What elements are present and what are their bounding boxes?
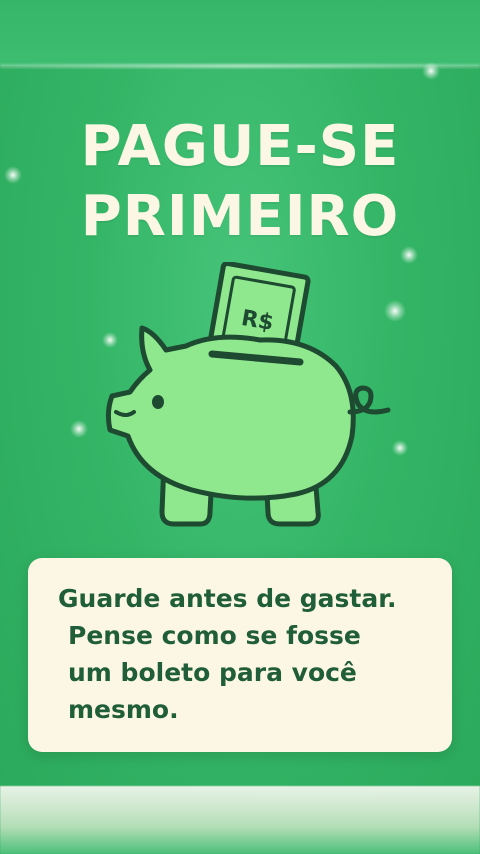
title-line-1: PAGUE-SE xyxy=(80,114,400,179)
message-line-2: Pense como se fosse xyxy=(68,621,361,650)
message-text: Guarde antes de gastar. Pense como se fo… xyxy=(58,580,438,728)
page-title: PAGUE-SE PRIMEIRO xyxy=(0,112,480,252)
message-line-3: um boleto para você xyxy=(68,658,357,687)
screen: PAGUE-SE PRIMEIRO R$ Guarde antes de gas… xyxy=(0,0,480,854)
sparkle xyxy=(422,62,440,80)
top-light-streak xyxy=(0,64,480,68)
sparkle xyxy=(70,420,88,438)
piggy-bank-icon: R$ xyxy=(105,262,391,527)
message-line-1: Guarde antes de gastar. xyxy=(58,584,397,613)
message-line-4: mesmo. xyxy=(68,695,179,724)
title-line-2: PRIMEIRO xyxy=(80,184,400,249)
bottom-band xyxy=(0,786,480,854)
message-card: Guarde antes de gastar. Pense como se fo… xyxy=(28,558,452,752)
top-band xyxy=(0,0,480,66)
